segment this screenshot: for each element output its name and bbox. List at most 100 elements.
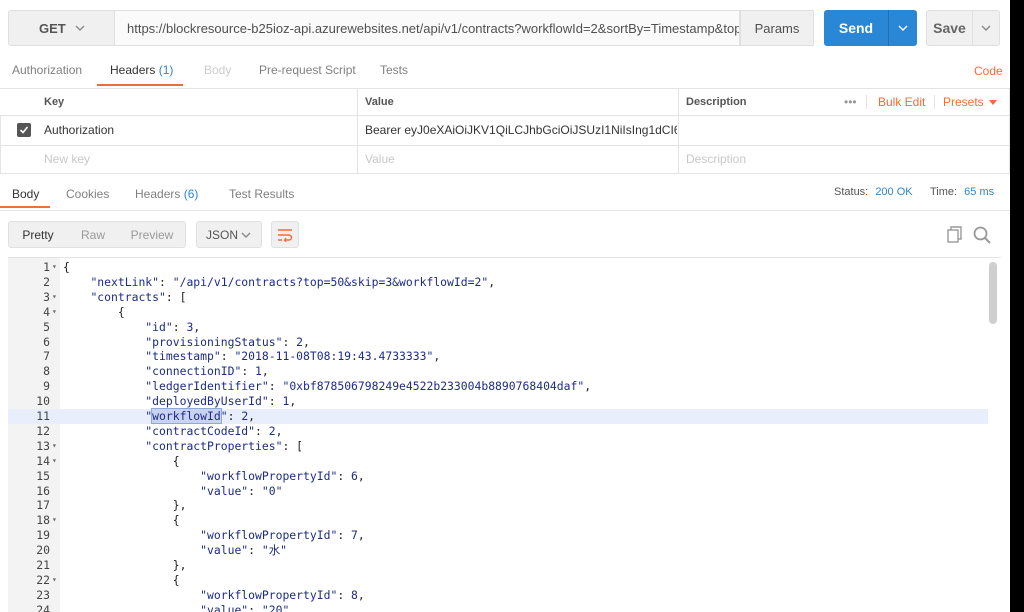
tab-label: Headers	[110, 63, 156, 77]
tab-count: (6)	[183, 187, 199, 201]
code-line: 7 "timestamp": "2018-11-08T08:19:43.4733…	[8, 349, 988, 364]
view-preview-button[interactable]: Preview	[119, 222, 185, 247]
tab-tests[interactable]: Tests	[380, 63, 408, 87]
code-text: "connectionID": 1,	[145, 364, 269, 379]
code-line: 3 ▾ "contracts": [	[8, 290, 988, 305]
presets-dropdown[interactable]: Presets	[935, 89, 1005, 115]
fold-toggle-icon[interactable]: ▾	[52, 513, 57, 528]
response-tab-body[interactable]: Body	[12, 187, 39, 201]
response-tab-headers[interactable]: Headers (6)	[135, 187, 198, 201]
active-tab-indicator	[0, 206, 50, 208]
new-description-input[interactable]: Description	[678, 145, 978, 173]
line-number: 18	[36, 513, 50, 528]
header-description-field[interactable]	[678, 115, 1008, 145]
column-description: Description	[686, 96, 747, 108]
send-button[interactable]: Send	[824, 10, 888, 46]
code-line: 10 "deployedByUserId": 1,	[8, 394, 988, 409]
line-number: 16	[36, 483, 50, 498]
code-link[interactable]: Code	[974, 64, 1003, 78]
line-number: 24	[36, 602, 50, 612]
table-header-row: Key Value Description ••• Bulk Edit Pres…	[0, 89, 1010, 116]
code-text: {	[63, 260, 70, 274]
code-text: "workflowPropertyId": 8,	[200, 587, 365, 602]
url-input[interactable]: https://blockresource-b25ioz-api.azurewe…	[115, 10, 740, 46]
status-indicator: Status: 200 OK	[834, 186, 913, 198]
active-tab-indicator	[97, 84, 183, 86]
tab-label: Pre-request Script	[259, 63, 356, 77]
view-pretty-button[interactable]: Pretty	[9, 222, 67, 247]
code-text: },	[63, 558, 187, 572]
format-select[interactable]: JSON	[196, 221, 262, 248]
tab-pre-request-script[interactable]: Pre-request Script	[259, 63, 356, 87]
line-number: 9	[43, 379, 50, 394]
header-value-field[interactable]: Bearer eyJ0eXAiOiJKV1QiLCJhbGciOiJSUzI1N…	[357, 115, 677, 145]
chevron-down-icon	[74, 22, 86, 37]
fold-toggle-icon[interactable]: ▾	[52, 573, 57, 588]
code-line: 9 "ledgerIdentifier": "0xbf878506798249e…	[8, 379, 988, 394]
line-number: 20	[36, 543, 50, 558]
line-number: 23	[36, 587, 50, 602]
response-tab-test-results[interactable]: Test Results	[229, 187, 294, 201]
bulk-edit-link[interactable]: Bulk Edit	[870, 89, 932, 115]
code-line: 14 ▾ {	[8, 454, 988, 469]
save-dropdown-button[interactable]	[973, 10, 1000, 46]
line-number: 12	[36, 423, 50, 438]
code-text: "deployedByUserId": 1,	[145, 394, 297, 409]
save-button[interactable]: Save	[926, 10, 973, 46]
code-line: 13 ▾ "contractProperties": [	[8, 439, 988, 454]
copy-icon[interactable]	[945, 225, 965, 245]
code-line: 1 ▾ {	[8, 260, 988, 275]
line-number: 11	[36, 409, 50, 423]
fold-toggle-icon[interactable]: ▾	[52, 305, 57, 320]
code-text: {	[63, 572, 180, 587]
save-label: Save	[933, 20, 966, 36]
fold-toggle-icon[interactable]: ▾	[52, 290, 57, 305]
tab-label: Headers	[135, 187, 181, 201]
code-text: "provisioningStatus": 2,	[145, 334, 310, 349]
line-number: 10	[36, 394, 50, 409]
code-text: "ledgerIdentifier": "0xbf878506798249e45…	[145, 379, 592, 394]
status-value: 200 OK	[875, 186, 913, 198]
tab-authorization[interactable]: Authorization	[12, 63, 82, 87]
code-line: 6 "provisioningStatus": 2,	[8, 335, 988, 350]
code-text: "workflowPropertyId": 6,	[200, 468, 365, 483]
fold-toggle-icon[interactable]: ▾	[52, 439, 57, 454]
send-label: Send	[838, 20, 874, 36]
code-line: 8 "connectionID": 1,	[8, 364, 988, 379]
search-icon[interactable]	[972, 225, 992, 245]
code-text: "timestamp": "2018-11-08T08:19:43.473333…	[145, 349, 441, 364]
params-button[interactable]: Params	[740, 10, 814, 46]
line-number: 17	[36, 498, 50, 513]
tab-label: Body	[204, 63, 232, 77]
new-key-input[interactable]: New key	[36, 145, 336, 173]
send-dropdown-button[interactable]	[888, 10, 917, 46]
line-number: 4	[43, 304, 50, 319]
wrap-lines-button[interactable]	[271, 221, 299, 248]
line-number: 7	[43, 349, 50, 364]
line-number: 6	[43, 334, 50, 349]
tab-body[interactable]: Body	[204, 63, 231, 87]
new-value-input[interactable]: Value	[357, 145, 657, 173]
line-number: 2	[43, 274, 50, 289]
code-line: 19 "workflowPropertyId": 7,	[8, 528, 988, 543]
code-line: 11 "workflowId": 2,	[8, 408, 988, 424]
view-raw-button[interactable]: Raw	[67, 222, 119, 247]
header-key-field[interactable]: Authorization	[36, 115, 336, 145]
status-label: Status:	[834, 186, 869, 198]
window-edge	[1010, 0, 1024, 612]
scrollbar[interactable]	[989, 262, 997, 324]
tab-label: Test Results	[229, 187, 295, 201]
code-text: "contractCodeId": 2,	[145, 423, 283, 438]
response-code-editor[interactable]: 1 ▾{2 "nextLink": "/api/v1/contracts?top=…	[8, 257, 1001, 612]
code-line: 23 "workflowPropertyId": 8,	[8, 588, 988, 603]
code-text: },	[63, 498, 187, 513]
code-text: {	[63, 304, 125, 319]
more-options-button[interactable]: •••	[836, 89, 866, 115]
fold-toggle-icon[interactable]: ▾	[52, 260, 57, 275]
header-enabled-checkbox[interactable]	[17, 123, 31, 137]
view-mode-segment: Pretty Raw Preview	[8, 221, 186, 248]
fold-toggle-icon[interactable]: ▾	[52, 454, 57, 469]
response-tab-cookies[interactable]: Cookies	[66, 187, 109, 201]
method-select[interactable]: GET	[8, 10, 115, 46]
code-line: 20 "value": "水"	[8, 543, 988, 558]
